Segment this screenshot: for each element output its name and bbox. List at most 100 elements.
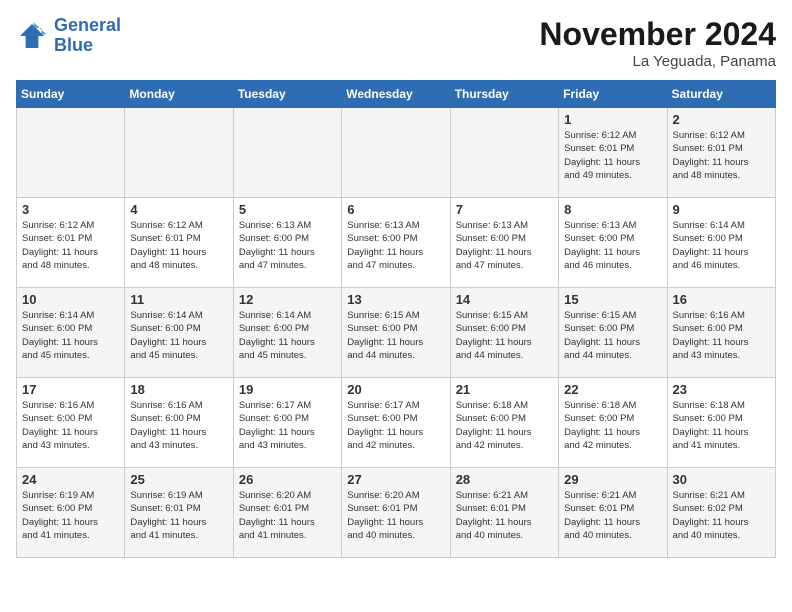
title-block: November 2024 La Yeguada, Panama (539, 16, 776, 70)
logo: General Blue (16, 16, 121, 56)
day-cell (17, 108, 125, 198)
day-cell: 6Sunrise: 6:13 AM Sunset: 6:00 PM Daylig… (342, 198, 450, 288)
day-number: 29 (564, 472, 661, 487)
day-cell: 29 Sunrise: 6:21 AM Sunset: 6:01 PM Dayli… (559, 468, 667, 558)
day-cell: 28 Sunrise: 6:21 AM Sunset: 6:01 PM Dayli… (450, 468, 558, 558)
day-number: 7 (456, 202, 553, 217)
day-cell: 14 Sunrise: 6:15 AM Sunset: 6:00 PM Dayli… (450, 288, 558, 378)
week-row-3: 10 Sunrise: 6:14 AM Sunset: 6:00 PM Dayli… (17, 288, 776, 378)
day-cell: 19 Sunrise: 6:17 AM Sunset: 6:00 PM Dayli… (233, 378, 341, 468)
day-info: Sunrise: 6:16 AM Sunset: 6:00 PM Dayligh… (673, 309, 770, 362)
calendar-body: 1 Sunrise: 6:12 AM Sunset: 6:01 PM Daylig… (17, 108, 776, 558)
col-thursday: Thursday (450, 81, 558, 108)
week-row-5: 24 Sunrise: 6:19 AM Sunset: 6:00 PM Dayli… (17, 468, 776, 558)
day-cell (342, 108, 450, 198)
day-info: Sunrise: 6:14 AM Sunset: 6:00 PM Dayligh… (239, 309, 336, 362)
day-info: Sunrise: 6:13 AM Sunset: 6:00 PM Dayligh… (456, 219, 553, 272)
day-cell: 11Sunrise: 6:14 AM Sunset: 6:00 PM Dayli… (125, 288, 233, 378)
logo-line2: Blue (54, 35, 93, 55)
day-info: Sunrise: 6:17 AM Sunset: 6:00 PM Dayligh… (347, 399, 444, 452)
col-sunday: Sunday (17, 81, 125, 108)
day-info: Sunrise: 6:17 AM Sunset: 6:00 PM Dayligh… (239, 399, 336, 452)
day-number: 28 (456, 472, 553, 487)
day-info: Sunrise: 6:13 AM Sunset: 6:00 PM Dayligh… (239, 219, 336, 272)
day-cell: 16Sunrise: 6:16 AM Sunset: 6:00 PM Dayli… (667, 288, 775, 378)
location-subtitle: La Yeguada, Panama (539, 53, 776, 70)
day-number: 15 (564, 292, 661, 307)
day-number: 19 (239, 382, 336, 397)
day-info: Sunrise: 6:16 AM Sunset: 6:00 PM Dayligh… (22, 399, 119, 452)
day-cell: 5Sunrise: 6:13 AM Sunset: 6:00 PM Daylig… (233, 198, 341, 288)
day-number: 30 (673, 472, 770, 487)
day-info: Sunrise: 6:12 AM Sunset: 6:01 PM Dayligh… (673, 129, 770, 182)
day-cell: 15 Sunrise: 6:15 AM Sunset: 6:00 PM Dayli… (559, 288, 667, 378)
logo-line1: General (54, 15, 121, 35)
day-cell: 7 Sunrise: 6:13 AM Sunset: 6:00 PM Daylig… (450, 198, 558, 288)
day-cell: 27 Sunrise: 6:20 AM Sunset: 6:01 PM Dayli… (342, 468, 450, 558)
day-info: Sunrise: 6:20 AM Sunset: 6:01 PM Dayligh… (347, 489, 444, 542)
day-number: 8 (564, 202, 661, 217)
day-info: Sunrise: 6:13 AM Sunset: 6:00 PM Dayligh… (347, 219, 444, 272)
day-cell: 8 Sunrise: 6:13 AM Sunset: 6:00 PM Daylig… (559, 198, 667, 288)
header-row: Sunday Monday Tuesday Wednesday Thursday… (17, 81, 776, 108)
day-number: 27 (347, 472, 444, 487)
day-number: 26 (239, 472, 336, 487)
day-cell: 13 Sunrise: 6:15 AM Sunset: 6:00 PM Dayli… (342, 288, 450, 378)
day-number: 17 (22, 382, 119, 397)
day-info: Sunrise: 6:14 AM Sunset: 6:00 PM Dayligh… (22, 309, 119, 362)
day-cell: 10 Sunrise: 6:14 AM Sunset: 6:00 PM Dayli… (17, 288, 125, 378)
day-cell: 12 Sunrise: 6:14 AM Sunset: 6:00 PM Dayli… (233, 288, 341, 378)
day-cell (233, 108, 341, 198)
day-number: 20 (347, 382, 444, 397)
day-number: 1 (564, 112, 661, 127)
col-wednesday: Wednesday (342, 81, 450, 108)
day-info: Sunrise: 6:19 AM Sunset: 6:00 PM Dayligh… (22, 489, 119, 542)
day-cell: 30Sunrise: 6:21 AM Sunset: 6:02 PM Dayli… (667, 468, 775, 558)
day-info: Sunrise: 6:20 AM Sunset: 6:01 PM Dayligh… (239, 489, 336, 542)
logo-icon (16, 20, 48, 52)
day-cell: 21 Sunrise: 6:18 AM Sunset: 6:00 PM Dayli… (450, 378, 558, 468)
day-info: Sunrise: 6:13 AM Sunset: 6:00 PM Dayligh… (564, 219, 661, 272)
day-number: 14 (456, 292, 553, 307)
day-number: 3 (22, 202, 119, 217)
day-number: 24 (22, 472, 119, 487)
day-number: 18 (130, 382, 227, 397)
day-info: Sunrise: 6:21 AM Sunset: 6:01 PM Dayligh… (456, 489, 553, 542)
col-monday: Monday (125, 81, 233, 108)
day-cell: 26 Sunrise: 6:20 AM Sunset: 6:01 PM Dayli… (233, 468, 341, 558)
day-info: Sunrise: 6:15 AM Sunset: 6:00 PM Dayligh… (347, 309, 444, 362)
day-cell: 9Sunrise: 6:14 AM Sunset: 6:00 PM Daylig… (667, 198, 775, 288)
col-tuesday: Tuesday (233, 81, 341, 108)
month-title: November 2024 (539, 16, 776, 53)
day-cell: 25Sunrise: 6:19 AM Sunset: 6:01 PM Dayli… (125, 468, 233, 558)
day-cell (125, 108, 233, 198)
week-row-2: 3 Sunrise: 6:12 AM Sunset: 6:01 PM Daylig… (17, 198, 776, 288)
day-info: Sunrise: 6:15 AM Sunset: 6:00 PM Dayligh… (456, 309, 553, 362)
day-info: Sunrise: 6:21 AM Sunset: 6:01 PM Dayligh… (564, 489, 661, 542)
day-number: 13 (347, 292, 444, 307)
day-cell: 1Sunrise: 6:12 AM Sunset: 6:01 PM Daylig… (559, 108, 667, 198)
day-cell: 22Sunrise: 6:18 AM Sunset: 6:00 PM Dayli… (559, 378, 667, 468)
day-info: Sunrise: 6:18 AM Sunset: 6:00 PM Dayligh… (673, 399, 770, 452)
day-cell: 20 Sunrise: 6:17 AM Sunset: 6:00 PM Dayli… (342, 378, 450, 468)
day-info: Sunrise: 6:12 AM Sunset: 6:01 PM Dayligh… (22, 219, 119, 272)
day-info: Sunrise: 6:14 AM Sunset: 6:00 PM Dayligh… (130, 309, 227, 362)
day-number: 12 (239, 292, 336, 307)
day-cell: 3 Sunrise: 6:12 AM Sunset: 6:01 PM Daylig… (17, 198, 125, 288)
week-row-4: 17 Sunrise: 6:16 AM Sunset: 6:00 PM Dayli… (17, 378, 776, 468)
col-saturday: Saturday (667, 81, 775, 108)
calendar-table: Sunday Monday Tuesday Wednesday Thursday… (16, 80, 776, 558)
day-number: 23 (673, 382, 770, 397)
day-info: Sunrise: 6:18 AM Sunset: 6:00 PM Dayligh… (456, 399, 553, 452)
day-cell (450, 108, 558, 198)
day-number: 9 (673, 202, 770, 217)
day-info: Sunrise: 6:15 AM Sunset: 6:00 PM Dayligh… (564, 309, 661, 362)
day-cell: 2Sunrise: 6:12 AM Sunset: 6:01 PM Daylig… (667, 108, 775, 198)
day-number: 10 (22, 292, 119, 307)
day-cell: 18Sunrise: 6:16 AM Sunset: 6:00 PM Dayli… (125, 378, 233, 468)
day-cell: 4Sunrise: 6:12 AM Sunset: 6:01 PM Daylig… (125, 198, 233, 288)
week-row-1: 1 Sunrise: 6:12 AM Sunset: 6:01 PM Daylig… (17, 108, 776, 198)
col-friday: Friday (559, 81, 667, 108)
logo-text: General Blue (54, 16, 121, 56)
day-number: 21 (456, 382, 553, 397)
